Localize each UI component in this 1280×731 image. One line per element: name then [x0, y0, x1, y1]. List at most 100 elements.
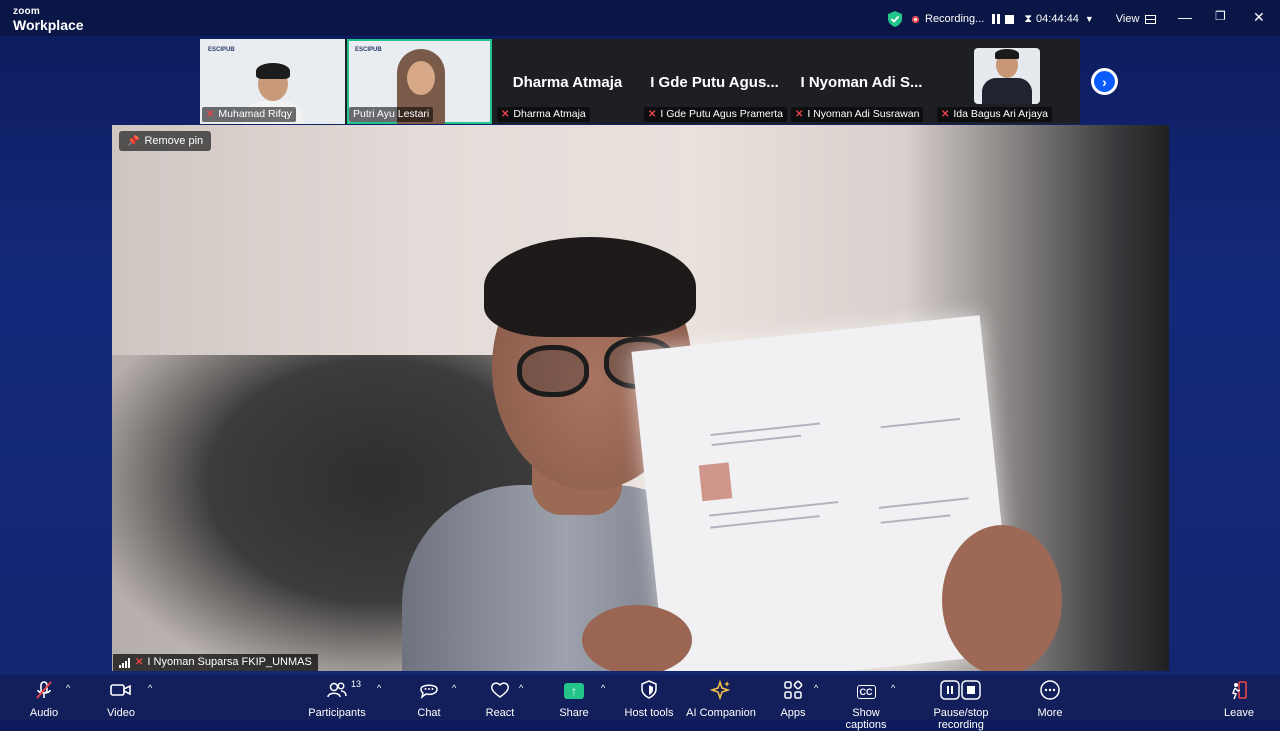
muted-mic-icon: ✕ [501, 109, 510, 120]
speaker-hair [484, 237, 696, 337]
stop-recording-icon[interactable] [1005, 14, 1015, 24]
view-button[interactable]: View [1116, 13, 1140, 25]
host-tools-button[interactable]: Host tools [624, 679, 674, 719]
share-button[interactable]: ↑ Share [556, 679, 592, 719]
apps-options-caret[interactable]: ^ [814, 683, 818, 693]
audio-label: Audio [29, 707, 59, 719]
brand-small: zoom [13, 6, 40, 17]
more-button[interactable]: More [1034, 679, 1066, 719]
close-button[interactable]: ✕ [1253, 9, 1265, 26]
apps-button[interactable]: Apps [777, 679, 809, 719]
participant-tile[interactable]: ESCIPUB Putri Ayu Lestari [347, 39, 492, 124]
participant-strip: ESCIPUB ✕ Muhamad Rifqy ESCIPUB Putri Ay… [200, 39, 1080, 124]
audio-button[interactable]: Audio [28, 679, 60, 719]
pin-icon: 📌 [127, 136, 140, 147]
react-button[interactable]: React [484, 679, 516, 719]
title-bar: zoom Workplace Recording... ⧗ 04:44:44 ▼… [0, 0, 1280, 36]
captions-options-caret[interactable]: ^ [891, 683, 895, 693]
camera-icon [105, 679, 137, 701]
speaker-left-hand [582, 605, 692, 671]
participant-tile[interactable]: Dharma Atmaja ✕ Dharma Atmaja [495, 39, 640, 124]
document-stamp [698, 462, 733, 502]
audio-options-caret[interactable]: ^ [66, 683, 70, 693]
speaker-right-hand [942, 525, 1062, 671]
participant-name: Ida Bagus Ari Arjaya [953, 108, 1048, 120]
participant-name: Muhamad Rifqy [218, 108, 292, 120]
main-video [112, 125, 1169, 671]
minimize-button[interactable]: — [1178, 9, 1192, 25]
participant-name-label: ✕ I Gde Putu Agus Pramerta [644, 107, 787, 122]
participant-display-name: I Nyoman Adi S... [800, 74, 923, 91]
hourglass-icon: ⧗ [1024, 12, 1033, 25]
muted-mic-icon: ✕ [206, 109, 215, 120]
participant-count: 13 [351, 679, 362, 689]
participant-name: Putri Ayu Lestari [353, 108, 430, 120]
participant-tile[interactable]: ✕ Ida Bagus Ari Arjaya [935, 39, 1080, 124]
chat-options-caret[interactable]: ^ [452, 683, 456, 693]
react-options-caret[interactable]: ^ [519, 683, 523, 693]
share-screen-icon: ↑ [556, 679, 592, 701]
video-button[interactable]: Video [105, 679, 137, 719]
pause-stop-recording-button[interactable]: Pause/stop recording [910, 679, 1012, 731]
view-grid-icon[interactable] [1145, 14, 1157, 24]
zoom-logo: zoom Workplace [13, 6, 84, 33]
participant-display-name: I Gde Putu Agus... [650, 74, 779, 91]
chat-icon [413, 679, 445, 701]
host-shield-icon [624, 679, 674, 701]
muted-mic-icon: ✕ [795, 109, 804, 120]
recording-status: Recording... ⧗ 04:44:44 ▼ View [888, 10, 1157, 28]
heart-icon [484, 679, 516, 701]
meeting-toolbar: Audio ^ Video ^ Participants 13 ^ Chat ^… [0, 675, 1280, 731]
muted-mic-icon: ✕ [648, 109, 657, 120]
pause-recording-icon[interactable] [992, 14, 1001, 24]
restore-button[interactable]: ❐ [1215, 9, 1226, 23]
participant-name-label: Putri Ayu Lestari [349, 107, 434, 122]
participant-name-label: ✕ Muhamad Rifqy [202, 107, 296, 122]
chevron-right-icon[interactable]: › [1094, 71, 1115, 92]
pause-stop-icon [910, 679, 1012, 701]
recording-label: Recording... [925, 13, 985, 25]
glasses-left-lens [517, 345, 589, 397]
participants-options-caret[interactable]: ^ [377, 683, 381, 693]
show-captions-label: Show captions [845, 707, 887, 731]
participant-name-label: ✕ Ida Bagus Ari Arjaya [937, 107, 1052, 122]
remove-pin-label: Remove pin [144, 135, 204, 147]
sparkle-icon [686, 679, 756, 701]
meeting-timer: 04:44:44 [1036, 13, 1079, 25]
captions-icon-text: CC [856, 685, 876, 699]
brand-big: Workplace [13, 17, 84, 33]
pause-stop-recording-label: Pause/stop recording [933, 707, 989, 731]
participant-name: I Gde Putu Agus Pramerta [660, 108, 783, 120]
video-label: Video [107, 707, 135, 719]
leave-button[interactable]: Leave [1222, 679, 1256, 719]
leave-label: Leave [1224, 707, 1254, 719]
chevron-down-icon[interactable]: ▼ [1085, 14, 1094, 24]
participant-photo [974, 48, 1040, 104]
brand-logo: ESCIPUB [208, 47, 235, 53]
participant-name: I Nyoman Adi Susrawan [807, 108, 920, 120]
participant-tile[interactable]: I Nyoman Adi S... ✕ I Nyoman Adi Susrawa… [789, 39, 934, 124]
chat-button[interactable]: Chat [413, 679, 445, 719]
share-options-caret[interactable]: ^ [601, 683, 605, 693]
shield-icon [888, 11, 902, 27]
chat-label: Chat [417, 707, 441, 719]
participant-tile[interactable]: ESCIPUB ✕ Muhamad Rifqy [200, 39, 345, 124]
next-page-button[interactable]: › [1091, 68, 1118, 95]
share-label: Share [559, 707, 589, 719]
participant-hair [995, 49, 1019, 59]
participant-hair [256, 63, 290, 79]
brand-logo: ESCIPUB [355, 47, 382, 53]
remove-pin-button[interactable]: 📌 Remove pin [119, 131, 212, 151]
show-captions-button[interactable]: CC Show captions [832, 679, 900, 731]
participant-tile[interactable]: I Gde Putu Agus... ✕ I Gde Putu Agus Pra… [642, 39, 787, 124]
ai-companion-button[interactable]: AI Companion [686, 679, 756, 719]
record-dot-icon [912, 15, 919, 23]
speaker-name-label: ✕ I Nyoman Suparsa FKIP_UNMAS [113, 654, 318, 671]
participant-name-label: ✕ Dharma Atmaja [497, 107, 590, 122]
more-label: More [1037, 707, 1063, 719]
participants-label: Participants [308, 707, 366, 719]
captions-icon: CC [832, 679, 900, 701]
muted-microphone-icon [28, 679, 60, 701]
video-options-caret[interactable]: ^ [148, 683, 152, 693]
speaker-name: I Nyoman Suparsa FKIP_UNMAS [147, 656, 312, 668]
